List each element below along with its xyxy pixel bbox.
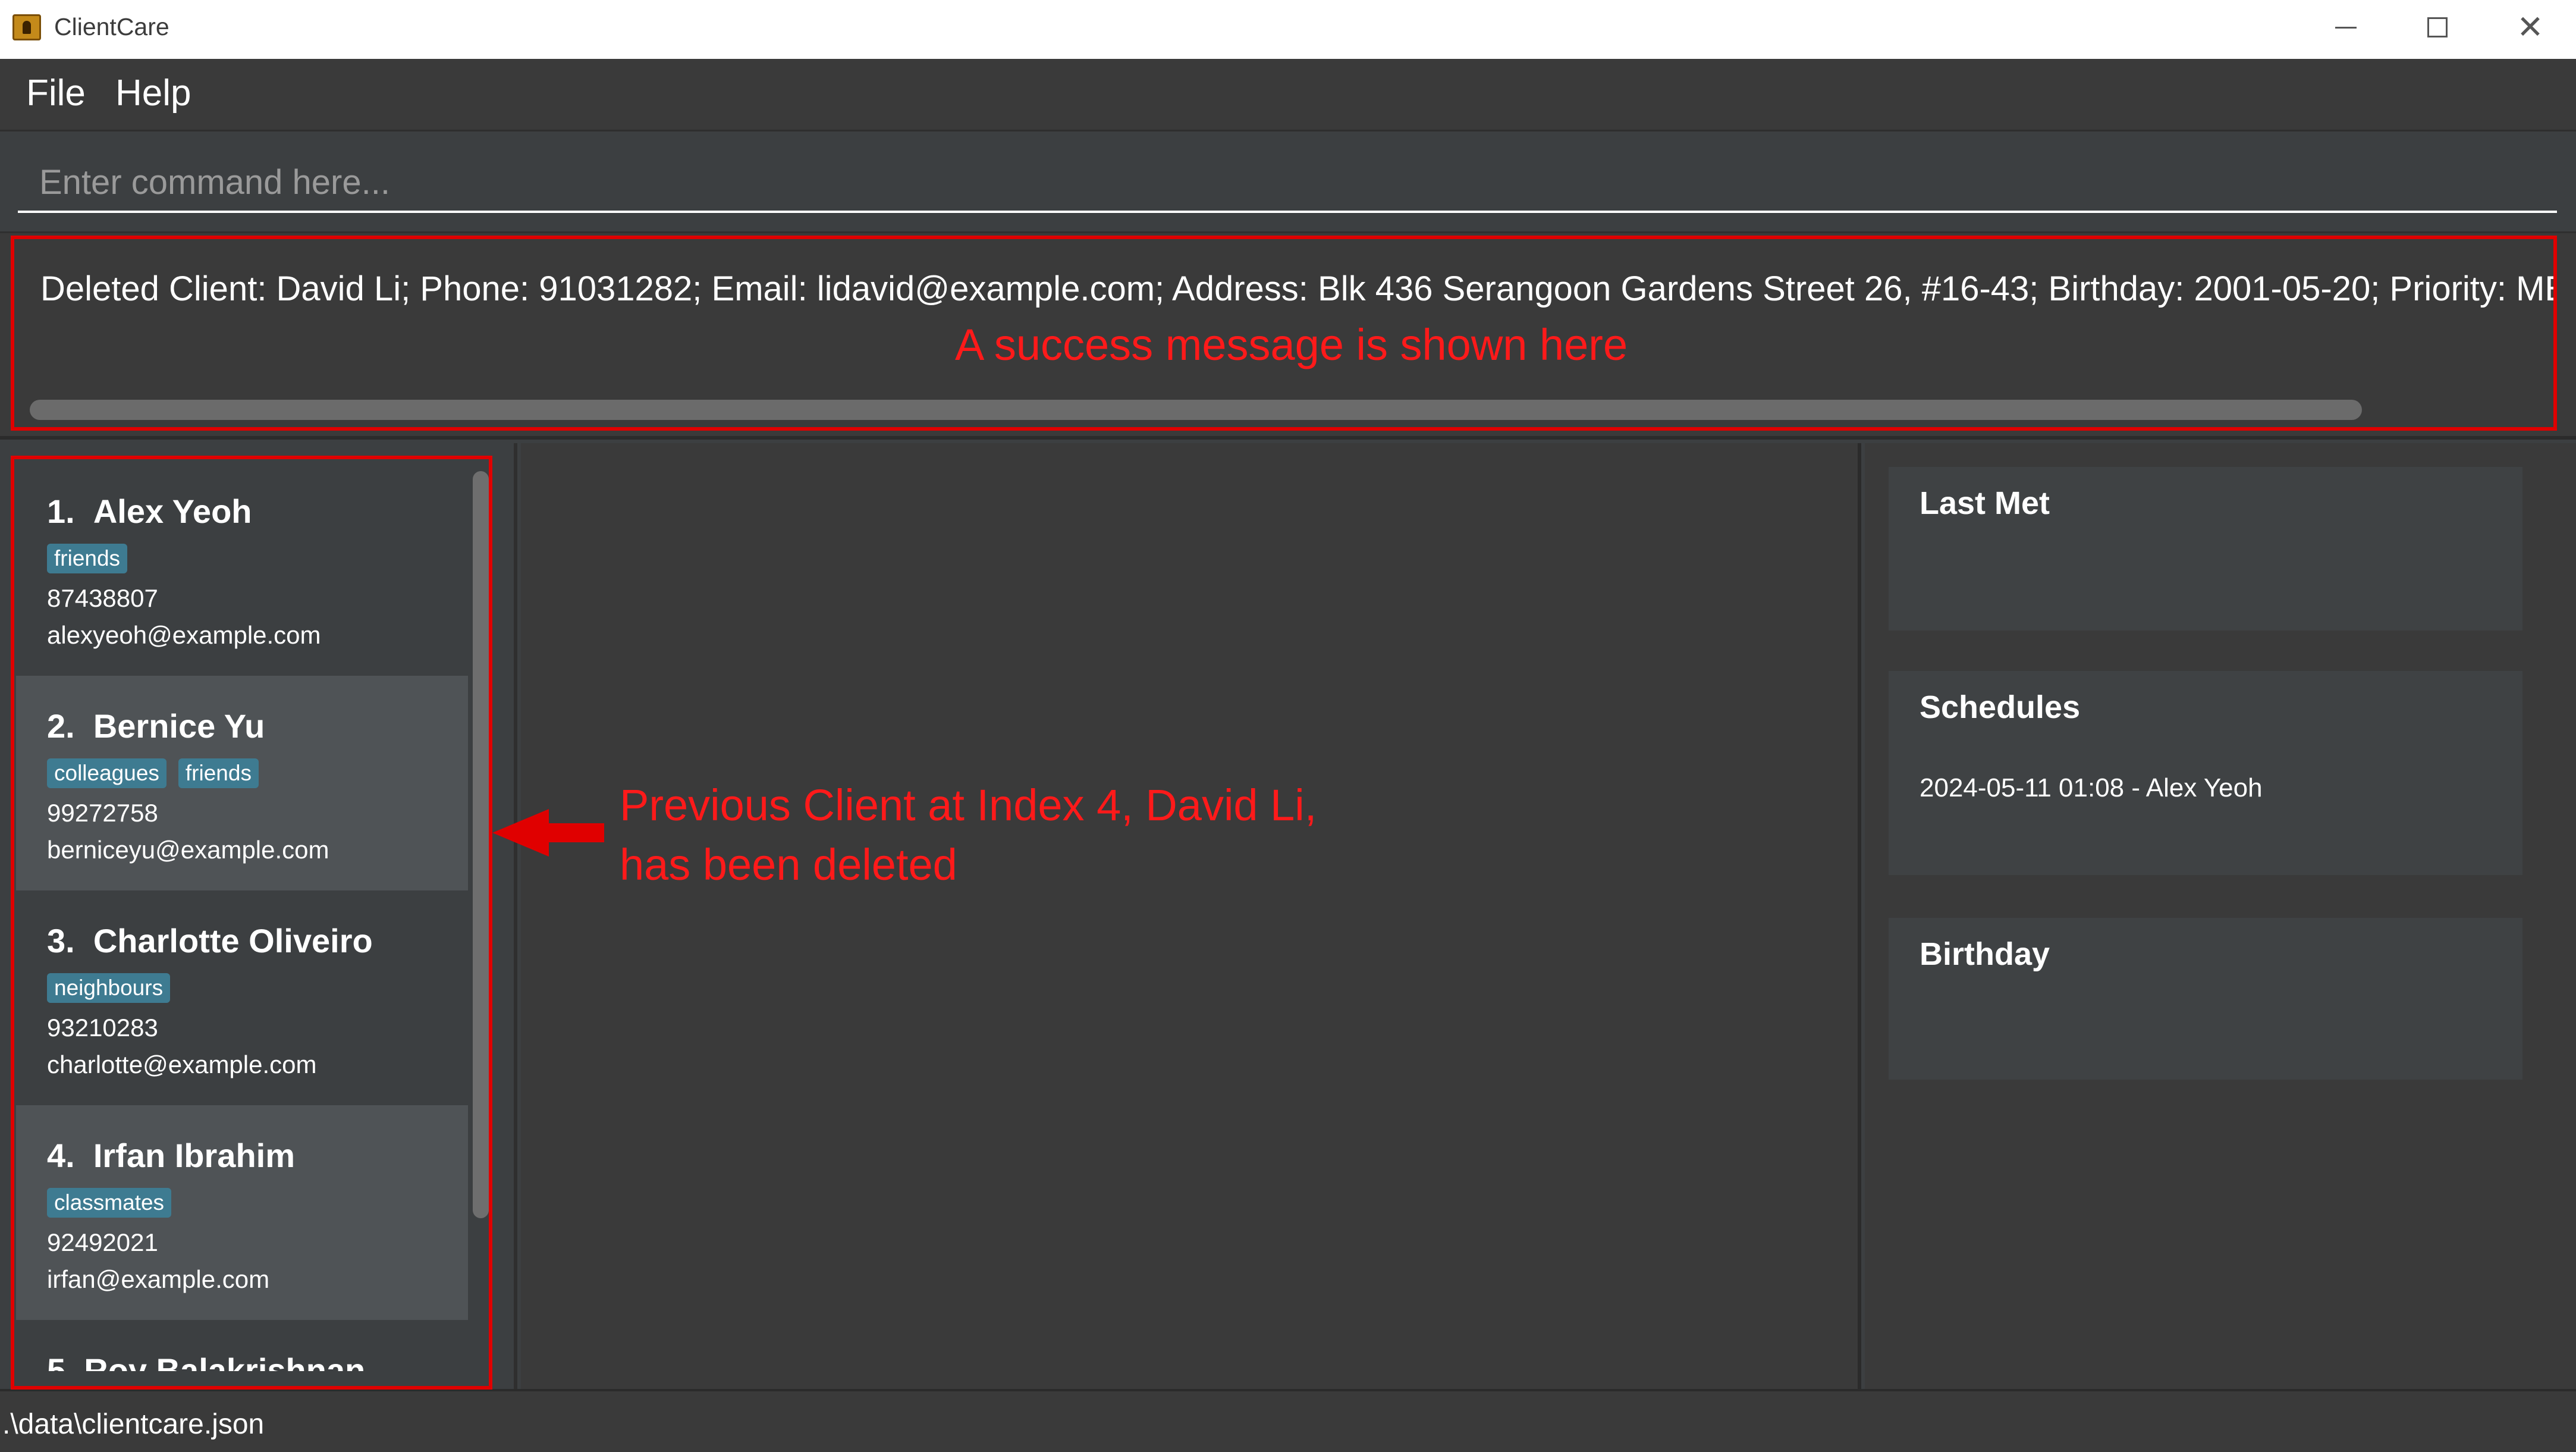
annotation-deleted-note-line1: Previous Client at Index 4, David Li,	[620, 780, 1317, 830]
command-box	[0, 133, 2576, 231]
status-bar: .\data\clientcare.json	[0, 1389, 2576, 1452]
maximize-button[interactable]	[2393, 0, 2482, 55]
birthday-panel: Birthday	[1889, 918, 2522, 1080]
last-met-title: Last Met	[1920, 485, 2050, 521]
window-title: ClientCare	[54, 13, 169, 40]
info-sidebar: Last Met Schedules 2024-05-11 01:08 - Al…	[1865, 443, 2576, 1389]
birthday-title: Birthday	[1920, 936, 2050, 972]
menu-file[interactable]: File	[26, 72, 86, 114]
command-input[interactable]	[18, 153, 2557, 213]
annotation-list-box	[11, 456, 492, 1390]
schedules-panel: Schedules 2024-05-11 01:08 - Alex Yeoh	[1889, 671, 2522, 875]
maximize-icon	[2427, 17, 2448, 37]
last-met-panel: Last Met	[1889, 467, 2522, 631]
annotation-arrow-icon	[492, 809, 604, 857]
menu-help[interactable]: Help	[115, 72, 191, 114]
minimize-icon	[2335, 26, 2357, 29]
annotation-success-note: A success message is shown here	[955, 320, 1628, 369]
schedules-title: Schedules	[1920, 689, 2081, 725]
menu-bar: File Help	[0, 59, 2576, 131]
close-icon: ✕	[2517, 10, 2544, 45]
annotation-deleted-note-line2: has been deleted	[620, 840, 957, 889]
title-bar: ClientCare ✕	[0, 0, 2576, 59]
minimize-button[interactable]	[2301, 0, 2390, 55]
app-logo-icon	[12, 14, 41, 40]
client-detail-panel	[521, 443, 1861, 1389]
save-location: .\data\clientcare.json	[2, 1409, 265, 1440]
close-button[interactable]: ✕	[2486, 0, 2575, 55]
schedule-entry: 2024-05-11 01:08 - Alex Yeoh	[1920, 773, 2263, 802]
